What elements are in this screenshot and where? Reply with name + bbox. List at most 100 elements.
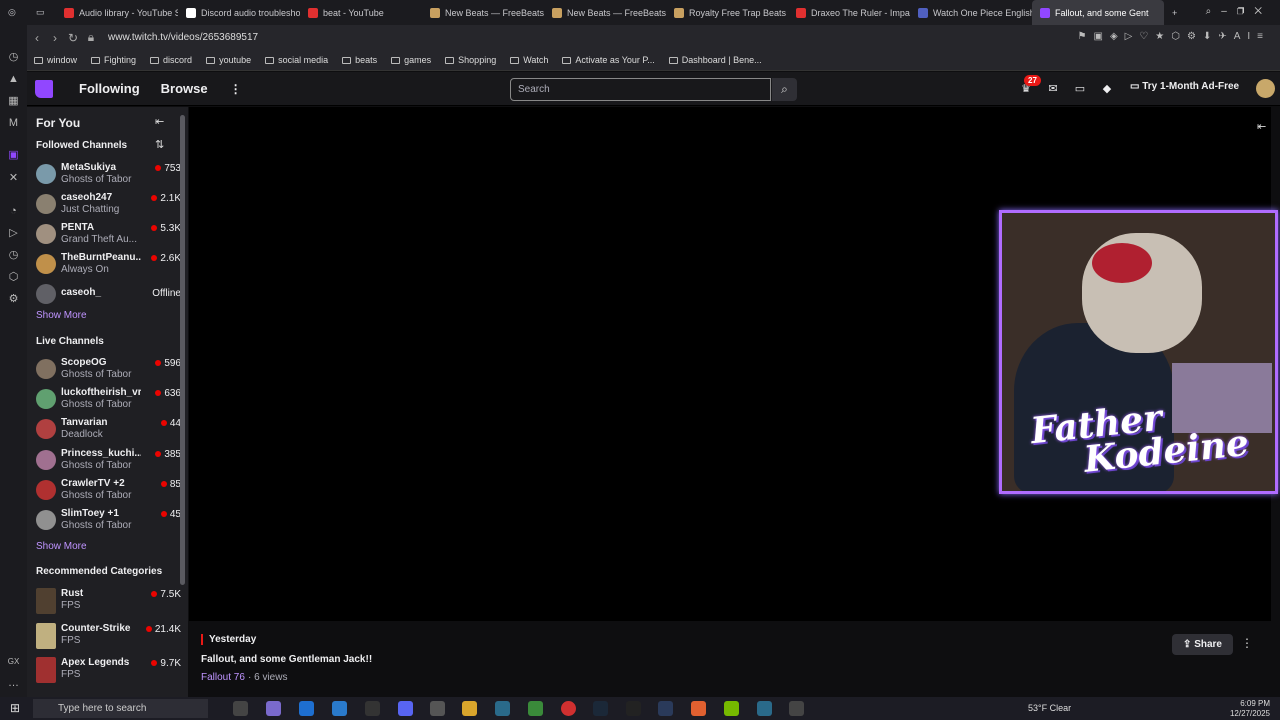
browser-tab[interactable]: Draxeo The Ruler - Impa — [788, 0, 910, 25]
app-icon-2[interactable] — [495, 701, 510, 716]
browser-tab[interactable]: Discord audio troubleshoo — [178, 0, 300, 25]
show-more-followed[interactable]: Show More — [36, 310, 87, 321]
sidebar-channel-item[interactable]: TheBurntPeanu... Always On 2.6K — [36, 252, 181, 280]
bookmark-item[interactable]: Activate as Your P... — [562, 55, 655, 65]
sidebar-channel-item[interactable]: Tanvarian Deadlock 44 — [36, 417, 181, 445]
nav-browse[interactable]: Browse — [161, 81, 208, 96]
weather-widget[interactable]: 53°F Clear — [1028, 703, 1071, 713]
extensions-icon[interactable]: ⬡ — [7, 271, 20, 284]
reload-icon[interactable]: ↻ — [64, 31, 82, 45]
copilot-icon[interactable] — [266, 701, 281, 716]
app-icon-5[interactable] — [691, 701, 706, 716]
new-tab-icon[interactable]: + — [1164, 0, 1184, 25]
forward-icon[interactable]: › — [46, 31, 64, 45]
settings-icon[interactable]: ⚙ — [7, 293, 20, 306]
user-avatar[interactable] — [1256, 79, 1275, 98]
bookmark-item[interactable]: social media — [265, 55, 328, 65]
whispers-icon[interactable]: ▭ — [1072, 81, 1088, 97]
bits-icon[interactable]: ◆ — [1099, 81, 1115, 97]
play-icon[interactable]: ▷ — [7, 227, 20, 240]
bookmark-item[interactable]: Watch — [510, 55, 548, 65]
taskbar-search[interactable]: Type here to search — [33, 699, 208, 718]
bookmark-item[interactable]: Shopping — [445, 55, 496, 65]
browser-tab[interactable]: Fallout, and some Gent — [1032, 0, 1164, 25]
windows-start-icon[interactable]: ⊞ — [10, 701, 20, 715]
video-more-icon[interactable]: ⋮ — [1241, 636, 1253, 650]
steam-icon[interactable] — [593, 701, 608, 716]
player-icon[interactable]: ▦ — [7, 95, 20, 108]
discord-icon[interactable] — [398, 701, 413, 716]
bookmark-item[interactable]: games — [391, 55, 431, 65]
window-controls[interactable]: ⌕–❐✕ — [1206, 6, 1272, 17]
twitch-logo-icon[interactable] — [35, 79, 53, 98]
messenger-icon[interactable]: M — [7, 117, 20, 130]
browser-tab[interactable]: New Beats — FreeBeats. — [422, 0, 544, 25]
bookmark-item[interactable]: discord — [150, 55, 192, 65]
bookmark-item[interactable]: beats — [342, 55, 377, 65]
back-icon[interactable]: ‹ — [28, 31, 46, 45]
settings-taskbar-icon[interactable] — [789, 701, 804, 716]
system-clock[interactable]: 6:09 PM 12/27/2025 — [1230, 699, 1270, 719]
browser-tab[interactable]: beat - YouTube — [300, 0, 422, 25]
sidebar-scrollbar[interactable] — [180, 115, 185, 585]
inbox-icon[interactable]: ✉ — [1045, 81, 1061, 97]
aria-icon[interactable]: ▲ — [7, 73, 20, 86]
edge-icon[interactable] — [332, 701, 347, 716]
nav-following[interactable]: Following — [79, 81, 140, 96]
ad-free-button[interactable]: ▭ Try 1-Month Ad-Free — [1130, 81, 1239, 92]
sidebar-channel-item[interactable]: ScopeOG Ghosts of Tabor 596 — [36, 357, 181, 385]
bookmark-item[interactable]: window — [34, 55, 77, 65]
extension-icons[interactable]: ⚑▣◈▷♡★⬡⚙⬇✈AI≡ — [1078, 31, 1270, 42]
more-icon[interactable]: … — [7, 677, 20, 690]
clock-icon[interactable]: ◷ — [7, 249, 20, 262]
browser-tab[interactable]: Royalty Free Trap Beats — [666, 0, 788, 25]
app-icon-6[interactable] — [757, 701, 772, 716]
collapse-sidebar-icon[interactable]: ⇤ — [155, 115, 164, 128]
browser-tab[interactable]: Audio library - YouTube S — [56, 0, 178, 25]
file-explorer-icon[interactable] — [462, 701, 477, 716]
store-icon[interactable] — [299, 701, 314, 716]
sidebar-channel-item[interactable]: PENTA Grand Theft Au... 5.3K — [36, 222, 181, 250]
collapse-chat-icon[interactable]: ⇤ — [1257, 120, 1266, 133]
search-input[interactable]: Search — [510, 78, 771, 101]
show-more-live[interactable]: Show More — [36, 541, 87, 552]
tab-favicon-icon — [552, 7, 562, 18]
sort-icon[interactable]: ⇅ — [155, 138, 164, 151]
app-icon-4[interactable] — [658, 701, 673, 716]
minecraft-icon[interactable] — [528, 701, 543, 716]
video-game-link[interactable]: Fallout 76 — [201, 672, 245, 683]
browser-tab[interactable]: New Beats — FreeBeats — [544, 0, 666, 25]
opera-menu-icon[interactable]: ◎ — [0, 0, 28, 25]
app-icon-3[interactable] — [626, 701, 641, 716]
bookmark-item[interactable]: youtube — [206, 55, 251, 65]
sidebar-channel-item[interactable]: MetaSukiya Ghosts of Tabor 753 — [36, 162, 181, 190]
sidebar-channel-item[interactable]: caseoh_ Offline — [36, 282, 181, 310]
chrome-icon[interactable] — [365, 701, 380, 716]
app-icon[interactable] — [430, 701, 445, 716]
sidebar-channel-item[interactable]: Princess_kuchi... Ghosts of Tabor 385 — [36, 448, 181, 476]
sidebar-channel-item[interactable]: Counter-Strike FPS 21.4K — [36, 622, 181, 651]
sidebar-channel-item[interactable]: Apex Legends FPS 9.7K — [36, 657, 181, 685]
bookmark-item[interactable]: Fighting — [91, 55, 136, 65]
sidebar-channel-item[interactable]: CrawlerTV +2 Ghosts of Tabor 85 — [36, 478, 181, 506]
share-button[interactable]: ⇪ Share — [1172, 634, 1233, 655]
sidebar-channel-item[interactable]: luckoftheirish_vr Ghosts of Tabor 636 — [36, 387, 181, 415]
gx-icon[interactable]: GX — [7, 655, 20, 668]
task-view-icon[interactable] — [233, 701, 248, 716]
sidebar-channel-item[interactable]: SlimToey +1 Ghosts of Tabor 45 — [36, 508, 181, 536]
search-button[interactable]: ⌕ — [772, 78, 797, 101]
speed-dial-icon[interactable]: ◷ — [7, 51, 20, 64]
history-icon[interactable]: ◔ — [7, 205, 20, 218]
viewer-count: 2.1K — [151, 193, 181, 204]
more-options-icon[interactable]: ⋮ — [230, 82, 242, 96]
x-icon[interactable]: ✕ — [7, 172, 20, 185]
url-field[interactable]: www.twitch.tv/videos/2653689517 — [108, 32, 258, 43]
nvidia-icon[interactable] — [724, 701, 739, 716]
browser-tab[interactable]: Watch One Piece English — [910, 0, 1032, 25]
tab-list-icon[interactable]: ▭ — [28, 0, 56, 25]
bookmark-item[interactable]: Dashboard | Bene... — [668, 55, 762, 65]
opera-gx-icon[interactable] — [561, 701, 576, 716]
sidebar-channel-item[interactable]: caseoh247 Just Chatting 2.1K — [36, 192, 181, 220]
twitch-icon[interactable]: ▣ — [7, 149, 20, 162]
sidebar-channel-item[interactable]: Rust FPS 7.5K — [36, 588, 181, 616]
